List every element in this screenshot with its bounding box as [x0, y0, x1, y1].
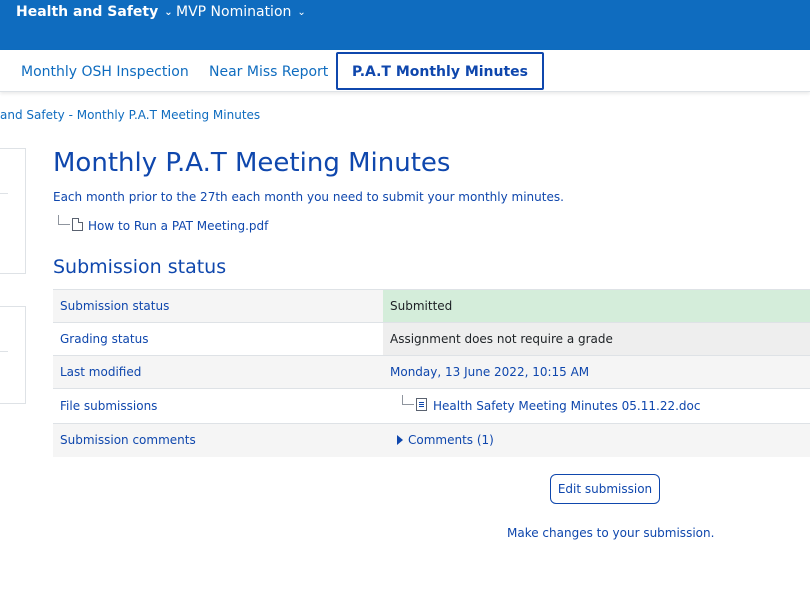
file-submissions-cell: Health Safety Meeting Minutes 05.11.22.d… [383, 388, 810, 424]
panel-divider [0, 351, 8, 352]
row-label: Submission comments [53, 423, 383, 457]
tab-monthly-osh-inspection[interactable]: Monthly OSH Inspection [21, 64, 189, 80]
table-row: Submission comments Comments (1) [53, 423, 810, 457]
comments-toggle[interactable]: Comments (1) [390, 433, 810, 447]
table-row: File submissions Health Safety Meeting M… [53, 388, 810, 424]
pdf-file-icon [72, 218, 83, 231]
left-block-panel [0, 306, 26, 404]
caret-right-icon [397, 435, 403, 446]
breadcrumb[interactable]: and Safety - Monthly P.A.T Meeting Minut… [0, 108, 260, 122]
submission-status-value: Submitted [383, 289, 810, 323]
comments-label: Comments (1) [408, 433, 494, 448]
nav-health-and-safety[interactable]: Health and Safety ⌄ [16, 4, 173, 20]
table-row: Last modified Monday, 13 June 2022, 10:1… [53, 355, 810, 389]
row-label: Submission status [53, 289, 383, 323]
left-block-panel [0, 148, 26, 274]
submitted-file-link[interactable]: Health Safety Meeting Minutes 05.11.22.d… [390, 395, 810, 413]
chevron-down-icon: ⌄ [164, 6, 173, 18]
submitted-file-name: Health Safety Meeting Minutes 05.11.22.d… [433, 399, 701, 413]
nav-mvp-nomination[interactable]: MVP Nomination ⌄ [176, 4, 306, 20]
row-label: File submissions [53, 388, 383, 424]
last-modified-value: Monday, 13 June 2022, 10:15 AM [383, 355, 810, 389]
secondary-navigation: Monthly OSH Inspection Near Miss Report … [0, 50, 810, 92]
nav-mvp-nomination-label: MVP Nomination [176, 4, 292, 20]
row-label: Last modified [53, 355, 383, 389]
table-row: Submission status Submitted [53, 289, 810, 323]
attachment-name: How to Run a PAT Meeting.pdf [88, 219, 269, 233]
tab-pat-monthly-minutes[interactable]: P.A.T Monthly Minutes [336, 52, 545, 90]
edit-submission-button[interactable]: Edit submission [550, 474, 660, 504]
grading-status-value: Assignment does not require a grade [383, 322, 810, 356]
panel-divider [0, 193, 8, 194]
edit-submission-help: Make changes to your submission. [507, 526, 715, 540]
submission-status-heading: Submission status [53, 256, 227, 278]
table-row: Grading status Assignment does not requi… [53, 322, 810, 356]
page-title: Monthly P.A.T Meeting Minutes [53, 148, 451, 178]
assignment-description: Each month prior to the 27th each month … [53, 190, 564, 204]
top-navigation-bar: Health and Safety ⌄ MVP Nomination ⌄ [0, 0, 810, 50]
tree-connector [58, 215, 70, 225]
nav-health-and-safety-label: Health and Safety [16, 4, 159, 20]
chevron-down-icon: ⌄ [297, 6, 306, 18]
submission-status-table: Submission status Submitted Grading stat… [53, 289, 810, 457]
attachment-link[interactable]: How to Run a PAT Meeting.pdf [58, 215, 268, 233]
tab-near-miss-report[interactable]: Near Miss Report [209, 64, 328, 80]
word-document-icon [416, 398, 427, 411]
row-label: Grading status [53, 322, 383, 356]
submission-comments-cell: Comments (1) [383, 423, 810, 457]
tree-connector [402, 395, 414, 405]
